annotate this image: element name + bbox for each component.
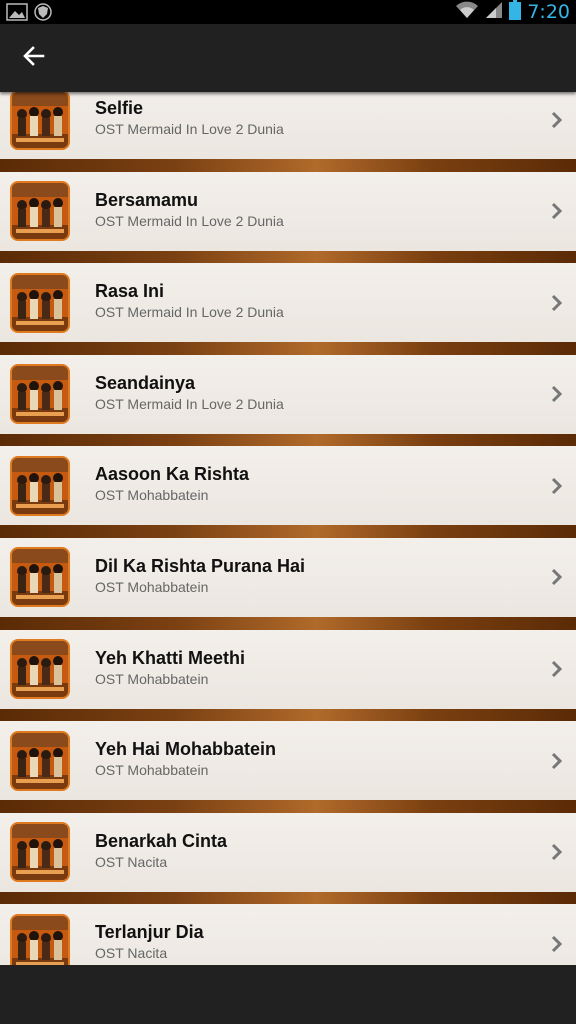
song-subtitle: OST Mermaid In Love 2 Dunia xyxy=(95,212,284,229)
chevron-right-icon xyxy=(550,201,564,221)
clock: 7:20 xyxy=(527,1,570,23)
song-subtitle: OST Mohabbatein xyxy=(95,762,209,779)
album-thumbnail xyxy=(10,730,70,791)
song-title: Aasoon Ka Rishta xyxy=(95,464,250,485)
song-title: Terlanjur Dia xyxy=(95,922,204,943)
chevron-right-icon xyxy=(550,934,564,954)
list-item[interactable]: Terlanjur Dia OST Nacita xyxy=(0,904,576,965)
chevron-right-icon xyxy=(550,293,564,313)
battery-icon xyxy=(509,0,522,25)
image-icon xyxy=(6,3,28,26)
list-item[interactable]: Rasa Ini OST Mermaid In Love 2 Dunia xyxy=(0,263,576,343)
status-bar: 7:20 xyxy=(0,0,576,24)
song-subtitle: OST Mermaid In Love 2 Dunia xyxy=(95,121,284,137)
signal-icon xyxy=(485,1,503,24)
album-thumbnail xyxy=(10,639,70,700)
album-thumbnail xyxy=(10,272,70,333)
album-thumbnail xyxy=(10,913,70,965)
list-item[interactable]: Selfie OST Mermaid In Love 2 Dunia xyxy=(0,92,576,159)
chevron-right-icon xyxy=(550,110,564,130)
song-title: Selfie xyxy=(95,98,144,118)
chevron-right-icon xyxy=(550,751,564,771)
song-subtitle: OST Mohabbatein xyxy=(95,670,209,687)
song-title: Dil Ka Rishta Purana Hai xyxy=(95,555,306,576)
shield-icon xyxy=(34,3,52,26)
song-title: Seandainya xyxy=(95,372,196,393)
list-item[interactable]: Bersamamu OST Mermaid In Love 2 Dunia xyxy=(0,171,576,251)
album-thumbnail xyxy=(10,547,70,608)
chevron-right-icon xyxy=(550,384,564,404)
back-arrow-icon xyxy=(23,45,45,71)
song-list[interactable]: Selfie OST Mermaid In Love 2 Dunia Bersa… xyxy=(0,92,576,965)
wifi-icon xyxy=(455,1,479,24)
song-subtitle: OST Nacita xyxy=(95,853,168,870)
album-thumbnail xyxy=(10,455,70,516)
album-thumbnail xyxy=(10,92,70,150)
bottom-bar xyxy=(0,965,576,1024)
song-title: Benarkah Cinta xyxy=(95,830,228,851)
chevron-right-icon xyxy=(550,567,564,587)
song-title: Rasa Ini xyxy=(95,281,165,302)
album-thumbnail xyxy=(10,822,70,883)
song-subtitle: OST Mermaid In Love 2 Dunia xyxy=(95,304,284,321)
album-thumbnail xyxy=(10,181,70,242)
list-item[interactable]: Yeh Hai Mohabbatein OST Mohabbatein xyxy=(0,721,576,801)
song-subtitle: OST Mohabbatein xyxy=(95,578,209,595)
action-bar xyxy=(0,24,576,92)
album-thumbnail xyxy=(10,364,70,425)
list-item[interactable]: Benarkah Cinta OST Nacita xyxy=(0,812,576,892)
song-subtitle: OST Nacita xyxy=(95,945,168,962)
list-item[interactable]: Aasoon Ka Rishta OST Mohabbatein xyxy=(0,446,576,526)
chevron-right-icon xyxy=(550,659,564,679)
chevron-right-icon xyxy=(550,842,564,862)
song-title: Bersamamu xyxy=(95,189,199,210)
chevron-right-icon xyxy=(550,476,564,496)
song-title: Yeh Khatti Meethi xyxy=(95,647,246,668)
song-subtitle: OST Mohabbatein xyxy=(95,487,209,504)
list-item[interactable]: Dil Ka Rishta Purana Hai OST Mohabbatein xyxy=(0,537,576,617)
list-item[interactable]: Yeh Khatti Meethi OST Mohabbatein xyxy=(0,629,576,709)
list-item[interactable]: Seandainya OST Mermaid In Love 2 Dunia xyxy=(0,354,576,434)
back-button[interactable] xyxy=(14,38,54,78)
song-subtitle: OST Mermaid In Love 2 Dunia xyxy=(95,395,284,412)
song-title: Yeh Hai Mohabbatein xyxy=(95,739,277,760)
